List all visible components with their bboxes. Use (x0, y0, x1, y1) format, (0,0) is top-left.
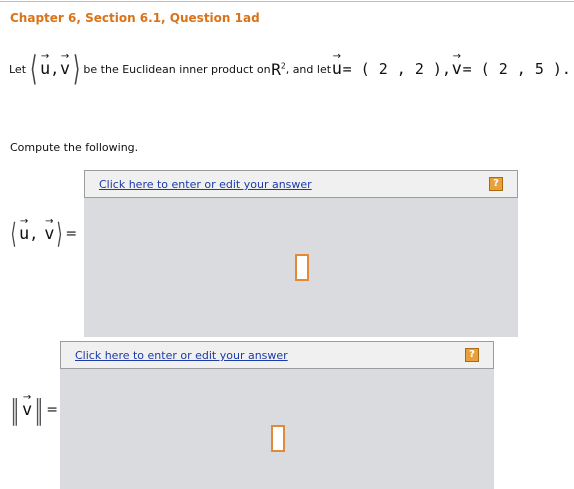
answer-field-1[interactable] (295, 254, 309, 281)
vector-arrow-icon: → (452, 50, 461, 62)
answer-field-2[interactable] (271, 425, 285, 452)
answer-panel-1: Click here to enter or edit your answer … (84, 170, 518, 337)
compute-label: Compute the following. (10, 141, 139, 154)
equals-sign: = (65, 226, 78, 242)
edit-answer-link-2[interactable]: Click here to enter or edit your answer (75, 349, 288, 362)
let-text: Let (9, 62, 27, 76)
question-title: Chapter 6, Section 6.1, Question 1ad (10, 11, 260, 25)
v-vector-2: → v (451, 50, 462, 79)
space-symbol: R2 (271, 59, 286, 79)
vector-arrow-icon: → (332, 50, 342, 62)
vector-arrow-icon: → (60, 50, 70, 62)
and-let-text: , and let (285, 62, 332, 76)
problem-statement: Let ⟨ → u, → v ⟩ be the Euclidean inner pr… (9, 49, 571, 89)
u-vector: → u (39, 50, 51, 79)
answer-panel-2-header: Click here to enter or edit your answer … (60, 341, 494, 369)
vector-arrow-icon: → (19, 215, 29, 227)
v-vector: → v (59, 50, 71, 79)
u-vector-2: → u (331, 50, 342, 79)
norm-expression: ‖ → v ‖ = (10, 391, 58, 426)
right-angle-bracket: ⟩ (73, 49, 81, 89)
help-icon[interactable]: ? (489, 177, 503, 191)
inner-product-text: be the Euclidean inner product on (83, 62, 271, 76)
v-value: = ( 2 , 5 ). (462, 60, 571, 78)
edit-answer-link-1[interactable]: Click here to enter or edit your answer (99, 178, 312, 191)
help-icon[interactable]: ? (465, 348, 479, 362)
vector-arrow-icon: → (22, 391, 32, 403)
left-angle-bracket: ⟨ (29, 49, 37, 89)
answer-panel-1-header: Click here to enter or edit your answer … (84, 170, 518, 198)
answer-panel-2: Click here to enter or edit your answer … (60, 341, 494, 489)
equals-sign: = (46, 402, 58, 418)
vector-arrow-icon: → (40, 50, 50, 62)
vector-arrow-icon: → (45, 215, 54, 227)
inner-product-expression: ⟨ → u, → v ⟩ = (10, 215, 78, 250)
top-divider (0, 1, 574, 2)
u-value: = ( 2 , 2 ), (342, 60, 451, 78)
